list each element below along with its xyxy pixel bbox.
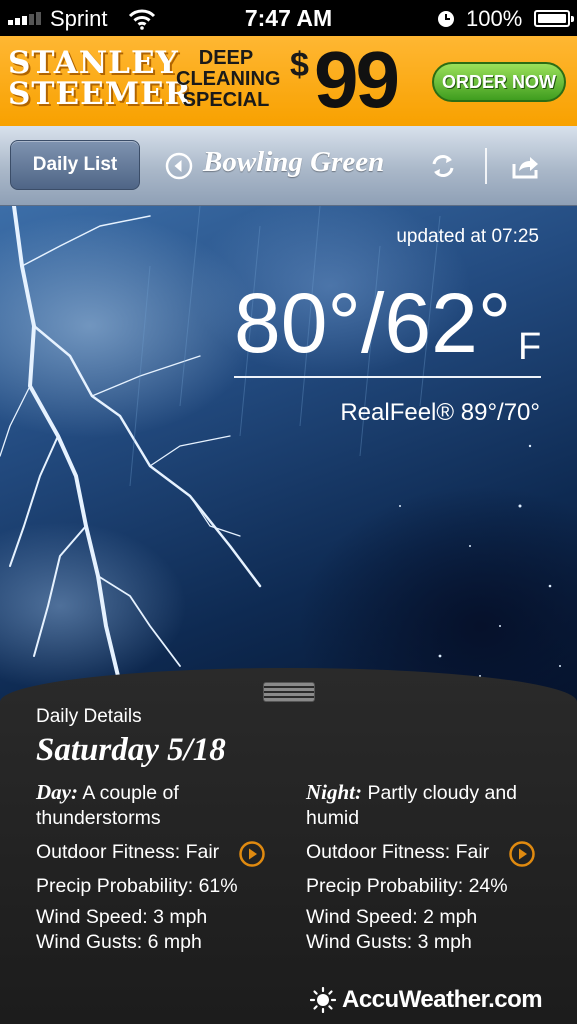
day-wind-gusts: Wind Gusts: 6 mph bbox=[36, 931, 202, 953]
nav-divider bbox=[485, 148, 487, 184]
sun-logo-icon bbox=[310, 987, 336, 1013]
night-outdoor-fitness: Outdoor Fitness: Fair bbox=[306, 841, 490, 863]
play-icon[interactable] bbox=[508, 840, 536, 868]
daily-details-panel: Daily Details Saturday 5/18 Day: A coupl… bbox=[0, 668, 577, 1024]
ad-banner[interactable]: STANLEY STEEMER DEEP CLEANING SPECIAL $ … bbox=[0, 36, 577, 126]
accuweather-logo[interactable]: AccuWeather.com bbox=[310, 986, 543, 1014]
night-label: Night: bbox=[306, 780, 363, 804]
play-icon[interactable] bbox=[238, 840, 266, 868]
temperature-divider bbox=[234, 376, 541, 378]
back-arrow-icon[interactable] bbox=[165, 152, 193, 180]
daily-list-button[interactable]: Daily List bbox=[10, 140, 140, 190]
day-wind-speed: Wind Speed: 3 mph bbox=[36, 906, 208, 928]
ad-brand-logo: STANLEY STEEMER bbox=[8, 45, 192, 112]
city-name[interactable]: Bowling Green bbox=[203, 146, 384, 179]
day-label: Day: bbox=[36, 780, 78, 804]
night-forecast: Night: Partly cloudy and humid Outdoor F… bbox=[306, 780, 556, 953]
day-precip-probability: Precip Probability: 61% bbox=[36, 875, 238, 897]
night-wind-gusts: Wind Gusts: 3 mph bbox=[306, 931, 472, 953]
high-low-temperature: 80°/62° bbox=[234, 276, 512, 370]
ad-price: 99 bbox=[314, 36, 400, 124]
daily-details-label: Daily Details bbox=[36, 706, 142, 727]
drag-handle-icon[interactable] bbox=[263, 682, 315, 702]
weather-hero: updated at 07:25 80°/62° F RealFeel® 89°… bbox=[0, 206, 577, 706]
rotation-lock-icon bbox=[438, 11, 454, 27]
realfeel-temperature: RealFeel® 89°/70° bbox=[340, 399, 540, 426]
night-precip-probability: Precip Probability: 24% bbox=[306, 875, 508, 897]
ad-order-now-button[interactable]: ORDER NOW bbox=[432, 62, 566, 102]
accuweather-logo-text: AccuWeather.com bbox=[342, 986, 543, 1013]
night-wind-speed: Wind Speed: 2 mph bbox=[306, 906, 478, 928]
ad-promo-text: DEEP CLEANING SPECIAL bbox=[176, 47, 281, 111]
day-summary: Day: A couple of thunderstorms bbox=[36, 780, 286, 830]
share-icon[interactable] bbox=[509, 150, 541, 182]
forecast-date: Saturday 5/18 bbox=[36, 732, 226, 768]
night-summary: Night: Partly cloudy and humid bbox=[306, 780, 556, 830]
refresh-icon[interactable] bbox=[427, 150, 459, 182]
day-outdoor-fitness: Outdoor Fitness: Fair bbox=[36, 841, 220, 863]
day-forecast: Day: A couple of thunderstorms Outdoor F… bbox=[36, 780, 286, 953]
updated-time: updated at 07:25 bbox=[396, 226, 539, 247]
battery-percent: 100% bbox=[466, 6, 523, 31]
battery-icon bbox=[534, 10, 574, 27]
temperature-unit: F bbox=[518, 326, 542, 368]
ad-price-currency: $ bbox=[290, 46, 309, 84]
status-bar: Sprint 7:47 AM 100% bbox=[0, 0, 577, 36]
nav-bar: Daily List Bowling Green bbox=[0, 126, 577, 206]
